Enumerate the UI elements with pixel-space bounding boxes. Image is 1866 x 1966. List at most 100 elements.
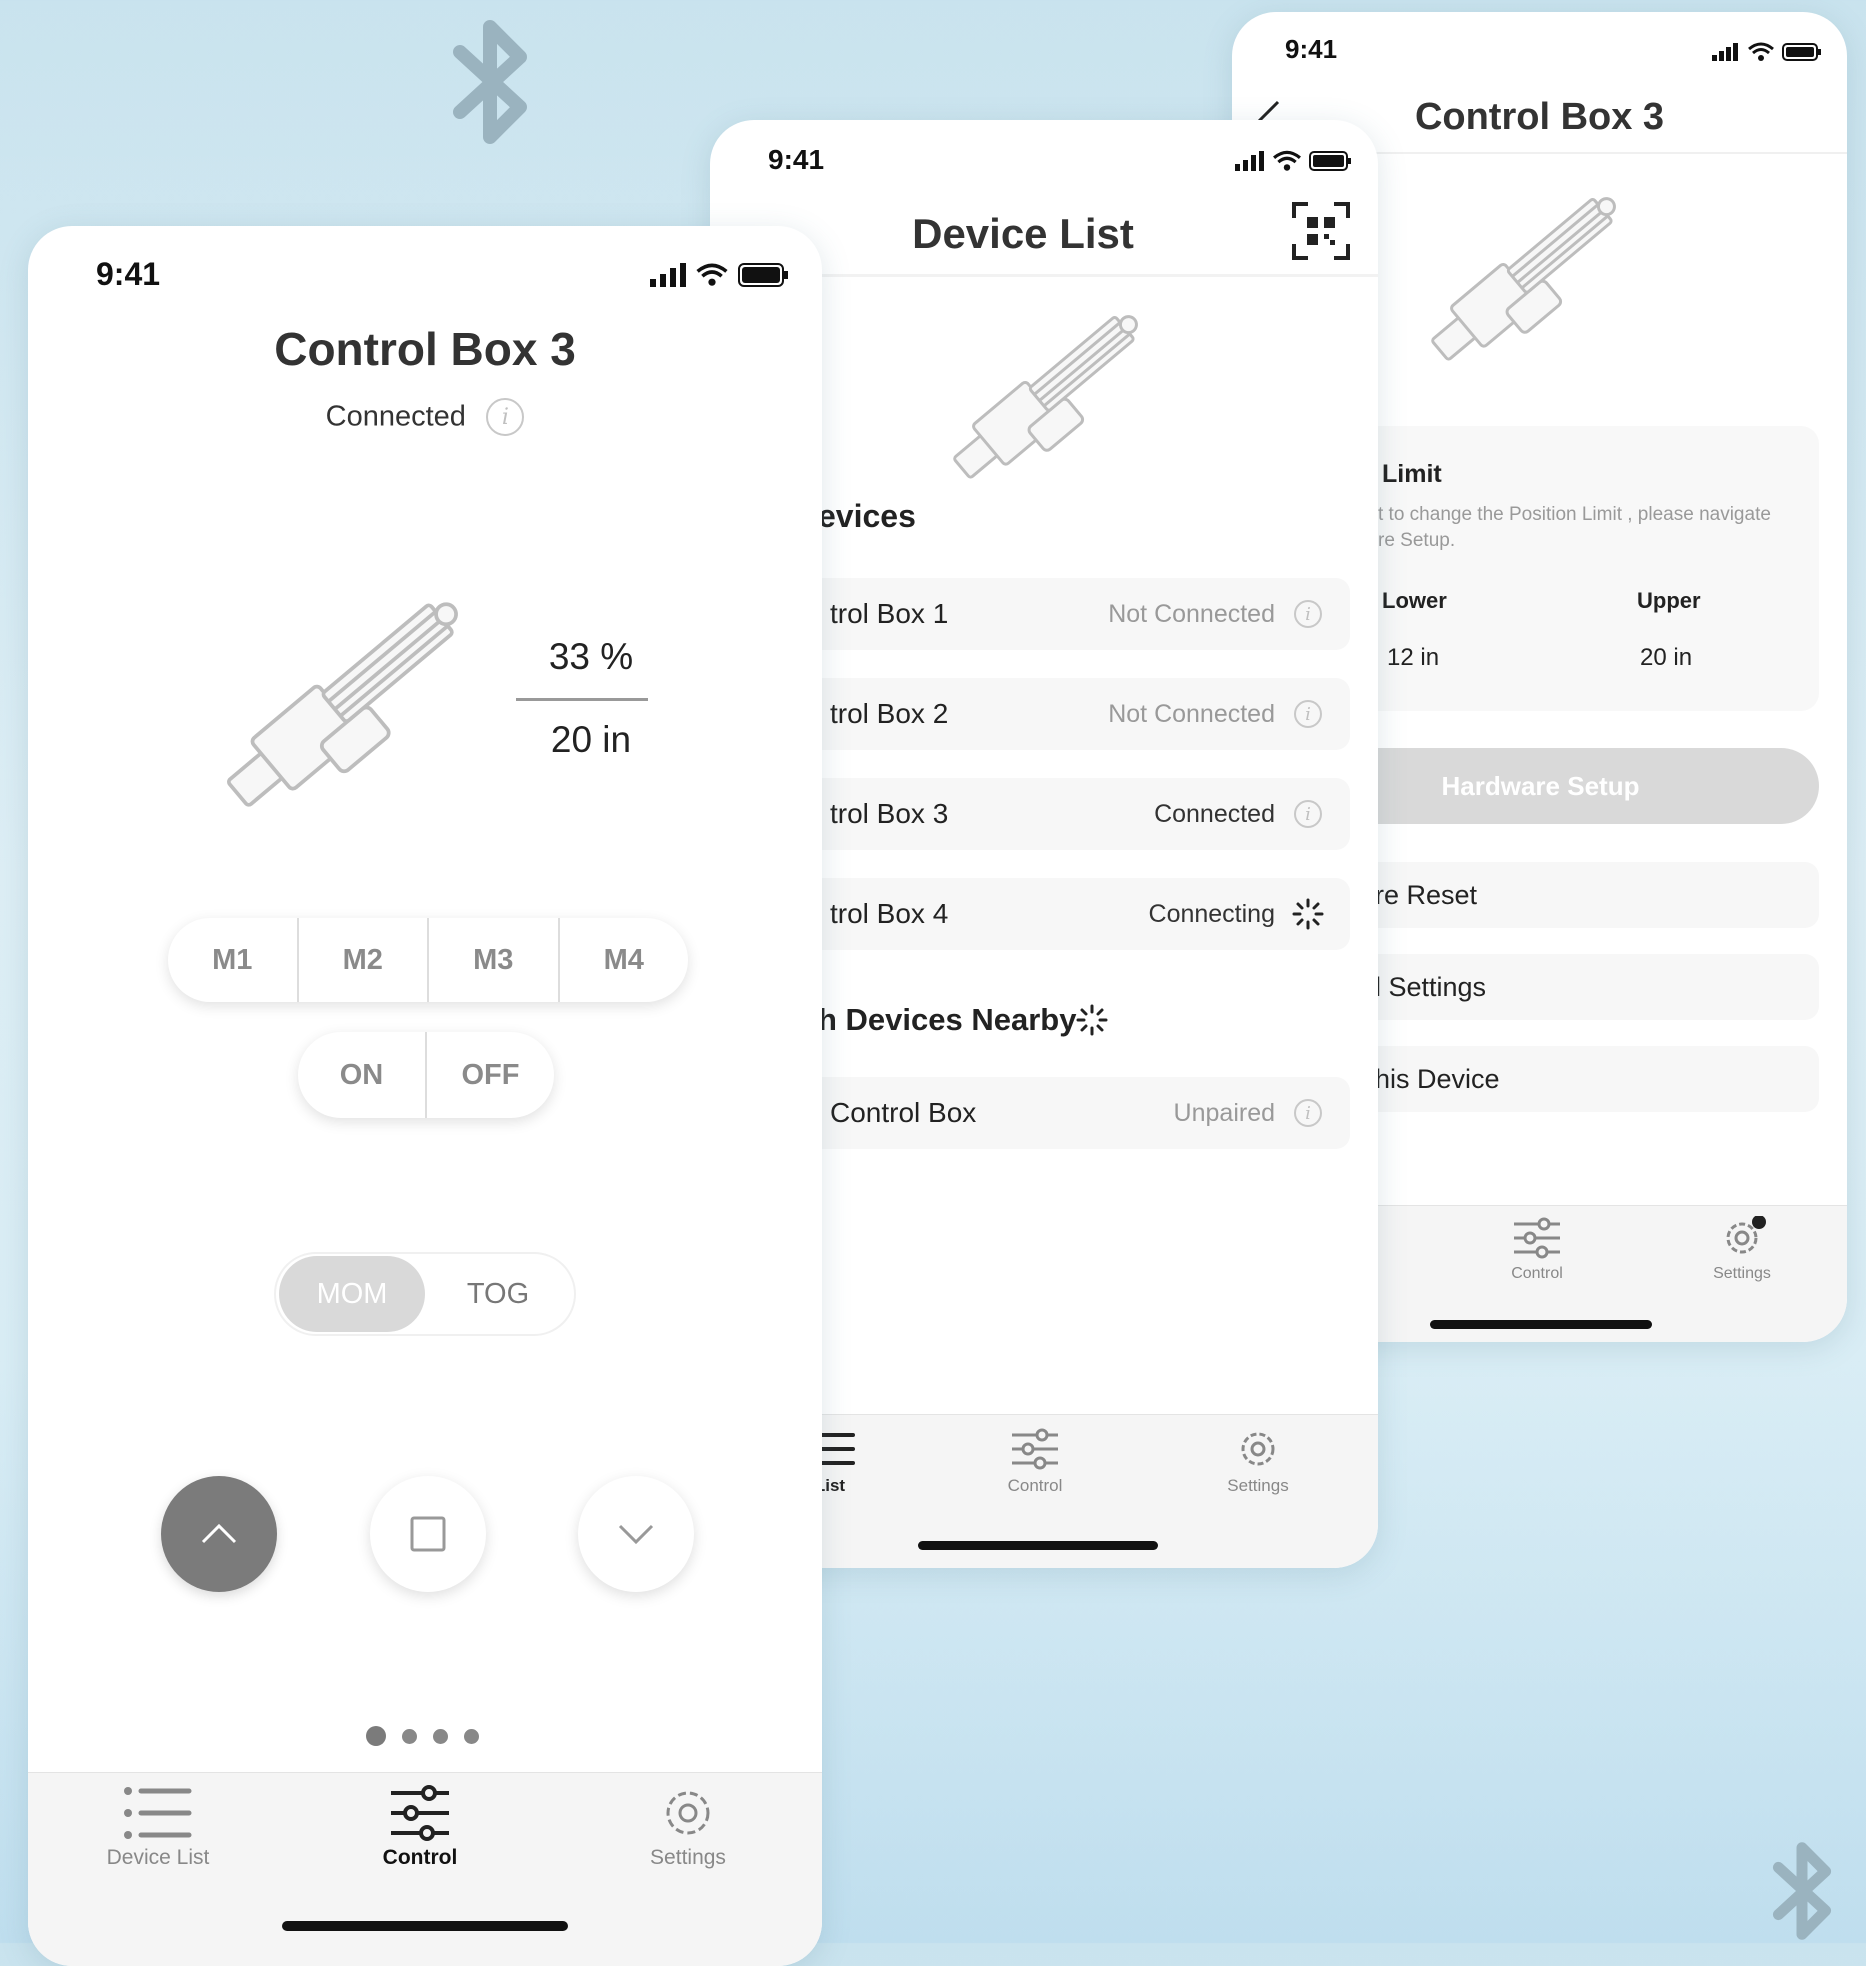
wifi-icon bbox=[1748, 42, 1774, 61]
lower-label: Lower bbox=[1382, 588, 1447, 613]
gear-icon bbox=[666, 1791, 710, 1835]
sliders-icon bbox=[1012, 1428, 1058, 1470]
section-paired-devices: evices bbox=[818, 498, 916, 534]
tab-label: Device List bbox=[106, 1846, 210, 1869]
page-title: Control Box 3 bbox=[274, 323, 576, 375]
page-dot[interactable] bbox=[402, 1728, 417, 1744]
status-time: 9:41 bbox=[1285, 34, 1338, 64]
page-dot-active[interactable] bbox=[366, 1726, 386, 1746]
sliders-icon bbox=[1514, 1217, 1560, 1259]
battery-icon bbox=[738, 263, 788, 287]
memory-button-group: M1 M2 M3 M4 bbox=[168, 918, 688, 1002]
device-row[interactable]: trol Box 4 Connecting bbox=[770, 878, 1350, 950]
status-icons bbox=[1712, 42, 1822, 62]
gear-icon bbox=[1241, 1432, 1275, 1466]
loading-spinner-icon bbox=[1292, 898, 1324, 930]
home-indicator bbox=[918, 1541, 1158, 1550]
list-icon bbox=[124, 1787, 192, 1839]
settings-row-label: re Reset bbox=[1375, 879, 1478, 910]
upper-value[interactable]: 20 in bbox=[1640, 644, 1692, 672]
tab-label: Control bbox=[1511, 1265, 1563, 1282]
tab-bar: Device List Control Settings bbox=[28, 1772, 822, 1966]
device-row[interactable]: trol Box 2 Not Connected i bbox=[770, 678, 1350, 750]
signal-icon bbox=[650, 263, 686, 287]
stop-square-icon bbox=[410, 1516, 446, 1552]
device-row[interactable]: trol Box 1 Not Connected i bbox=[770, 578, 1350, 650]
move-down-button[interactable] bbox=[578, 1476, 694, 1592]
settings-row-label: l Settings bbox=[1375, 971, 1487, 1002]
status-icons bbox=[650, 262, 790, 288]
power-button-group: ON OFF bbox=[298, 1032, 554, 1118]
info-icon[interactable]: i bbox=[1294, 1099, 1322, 1127]
hardware-setup-label: Hardware Setup bbox=[1441, 770, 1640, 801]
device-name: trol Box 3 bbox=[830, 798, 949, 829]
tab-label: Settings bbox=[650, 1846, 726, 1869]
move-up-button[interactable] bbox=[161, 1476, 277, 1592]
device-name: trol Box 4 bbox=[830, 898, 949, 929]
value-divider bbox=[516, 698, 648, 701]
section-nearby-devices: h Devices Nearby bbox=[818, 1002, 1077, 1037]
device-status: Not Connected bbox=[1108, 599, 1275, 628]
nearby-device-row[interactable]: Control Box Unpaired i bbox=[770, 1077, 1350, 1149]
device-row[interactable]: trol Box 3 Connected i bbox=[770, 778, 1350, 850]
actuator-image bbox=[227, 602, 458, 807]
limit-description: t to change the Position Limit , please … bbox=[1378, 504, 1771, 525]
chevron-up-icon bbox=[201, 1523, 237, 1544]
tab-label: Settings bbox=[1713, 1265, 1771, 1282]
actuator-image bbox=[953, 315, 1138, 479]
device-status: Unpaired bbox=[1173, 1098, 1275, 1127]
device-status: Connected bbox=[1154, 799, 1275, 828]
qr-scan-icon[interactable] bbox=[1292, 202, 1350, 260]
wifi-icon bbox=[696, 263, 728, 286]
info-icon[interactable]: i bbox=[486, 398, 525, 436]
mom-button[interactable]: MOM bbox=[279, 1256, 425, 1332]
device-name: Control Box bbox=[830, 1097, 977, 1128]
status-time: 9:41 bbox=[768, 144, 825, 175]
home-indicator bbox=[1430, 1320, 1652, 1329]
position-value: 20 in bbox=[550, 719, 632, 760]
bluetooth-decoration-icon bbox=[1772, 1842, 1832, 1940]
bluetooth-decoration-icon bbox=[453, 20, 527, 144]
signal-icon bbox=[1235, 151, 1264, 171]
lower-value[interactable]: 12 in bbox=[1387, 644, 1439, 672]
status-icons bbox=[1235, 150, 1353, 172]
connection-status-text: Connected bbox=[325, 400, 466, 433]
stop-button[interactable] bbox=[370, 1476, 486, 1592]
home-indicator bbox=[282, 1921, 568, 1931]
control-screen: 9:41 Control Box 3 Connected i 33 % 20 i… bbox=[28, 226, 822, 1966]
limit-title: Limit bbox=[1382, 460, 1442, 488]
tab-settings[interactable]: Settings bbox=[1198, 1427, 1318, 1496]
on-button[interactable]: ON bbox=[298, 1032, 427, 1118]
battery-icon bbox=[1309, 151, 1351, 171]
info-icon[interactable]: i bbox=[1294, 800, 1322, 828]
device-name: trol Box 2 bbox=[830, 698, 949, 729]
page-dot[interactable] bbox=[433, 1728, 448, 1744]
tab-control[interactable]: Control bbox=[350, 1785, 490, 1870]
device-status: Not Connected bbox=[1108, 699, 1275, 728]
memory-button-m3[interactable]: M3 bbox=[429, 918, 560, 1002]
signal-icon bbox=[1712, 43, 1738, 61]
battery-icon bbox=[1782, 43, 1821, 61]
tab-control[interactable]: Control bbox=[975, 1427, 1095, 1496]
tab-label: Control bbox=[1007, 1476, 1063, 1495]
tab-control[interactable]: Control bbox=[1477, 1216, 1597, 1283]
device-name: trol Box 1 bbox=[830, 598, 949, 629]
limit-description-2: re Setup. bbox=[1378, 530, 1456, 551]
page-indicator[interactable] bbox=[366, 1726, 479, 1746]
gear-icon bbox=[1726, 1215, 1766, 1254]
memory-button-m4[interactable]: M4 bbox=[560, 918, 689, 1002]
tab-settings[interactable]: Settings bbox=[618, 1785, 758, 1870]
loading-spinner-icon bbox=[1076, 1004, 1108, 1036]
off-button[interactable]: OFF bbox=[427, 1032, 554, 1118]
tab-settings[interactable]: Settings bbox=[1682, 1215, 1802, 1283]
wifi-icon bbox=[1273, 150, 1301, 171]
tab-device-list[interactable]: Device List bbox=[88, 1785, 228, 1870]
settings-row-label: his Device bbox=[1375, 1063, 1500, 1094]
tog-button[interactable]: TOG bbox=[425, 1256, 571, 1332]
tab-label: Control bbox=[382, 1846, 458, 1869]
page-dot[interactable] bbox=[464, 1728, 479, 1744]
memory-button-m1[interactable]: M1 bbox=[168, 918, 299, 1002]
info-icon[interactable]: i bbox=[1294, 700, 1322, 728]
info-icon[interactable]: i bbox=[1294, 600, 1322, 628]
memory-button-m2[interactable]: M2 bbox=[299, 918, 429, 1002]
